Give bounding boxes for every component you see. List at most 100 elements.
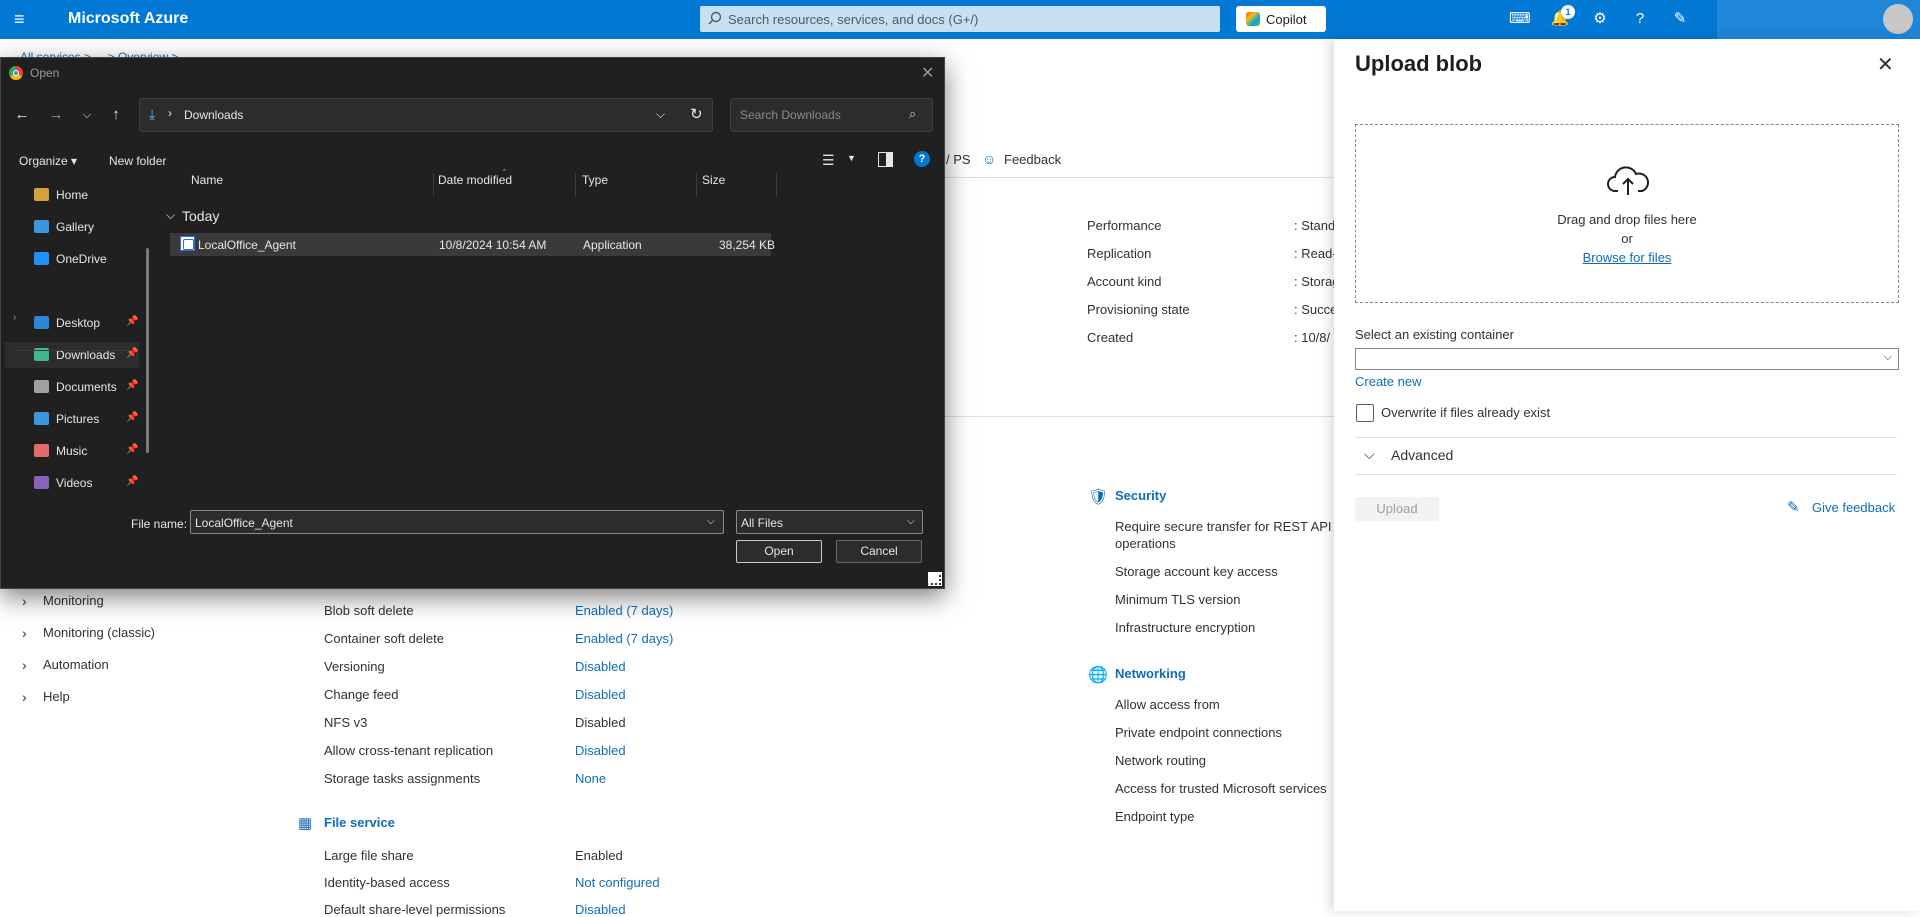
chevron-right-icon[interactable]: › [22, 689, 27, 705]
sidebar-item-music[interactable]: Music 📌 [5, 438, 139, 464]
chevron-down-icon[interactable]: ⌵ [1364, 446, 1375, 463]
left-nav-item[interactable]: Automation [43, 657, 109, 672]
pin-icon: 📌 [126, 316, 139, 327]
file-service-icon: ▦ [298, 815, 313, 832]
sidebar-item-documents[interactable]: Documents 📌 [5, 374, 139, 400]
open-button[interactable]: Open [736, 540, 822, 563]
property-value[interactable]: Enabled (7 days) [575, 603, 673, 618]
security-item[interactable]: Minimum TLS version [1115, 592, 1240, 607]
container-select[interactable]: ⌵ [1355, 348, 1899, 370]
settings-gear-icon[interactable]: ⚙ [1590, 9, 1610, 29]
browse-link[interactable]: Browse for files [1356, 250, 1898, 265]
global-search-input[interactable]: Search resources, services, and docs (G+… [700, 6, 1220, 32]
left-nav-item[interactable]: Monitoring (classic) [43, 625, 155, 640]
recent-chevron-icon[interactable]: ⌵ [77, 105, 97, 125]
videos-icon [34, 476, 49, 489]
chevron-down-icon[interactable]: ▼ [847, 153, 856, 163]
new-folder-button[interactable]: New folder [109, 154, 166, 168]
property-value[interactable]: Disabled [575, 659, 626, 674]
left-nav-item[interactable]: Monitoring [43, 593, 104, 608]
pin-icon: 📌 [126, 476, 139, 487]
property-label: Blob soft delete [324, 603, 414, 618]
sidebar-scrollbar[interactable] [146, 248, 149, 453]
azure-brand[interactable]: Microsoft Azure [68, 10, 188, 28]
address-bar[interactable]: ⤓ › Downloads ⌵ ↻ [139, 98, 713, 132]
sidebar-item-desktop[interactable]: Desktop 📌 [5, 310, 139, 336]
resize-grip[interactable] [928, 572, 942, 586]
sidebar-item-pictures[interactable]: Pictures 📌 [5, 406, 139, 432]
search-placeholder: Search Downloads [740, 108, 841, 122]
sidebar-item-onedrive[interactable]: OneDrive [5, 246, 139, 272]
organize-button[interactable]: Organize ▾ [19, 154, 77, 168]
help-icon[interactable]: ? [1630, 9, 1650, 29]
cloud-shell-icon[interactable]: ⌨ [1509, 9, 1531, 29]
menu-icon[interactable]: ≡ [14, 10, 32, 28]
column-type[interactable]: Type [582, 173, 608, 195]
address-path[interactable]: Downloads [184, 108, 243, 122]
networking-item[interactable]: Network routing [1115, 753, 1206, 768]
feedback-icon[interactable]: ✎ [1670, 9, 1690, 29]
give-feedback-link[interactable]: Give feedback [1812, 500, 1895, 515]
security-item[interactable]: Infrastructure encryption [1115, 620, 1255, 635]
chevron-down-icon[interactable]: ⌵ [707, 516, 715, 527]
sidebar-item-home[interactable]: Home [5, 182, 139, 208]
property-value[interactable]: Not configured [575, 875, 660, 890]
search-downloads-input[interactable]: Search Downloads ⌕ [730, 98, 933, 132]
chevron-down-icon[interactable]: ⌵ [656, 107, 665, 122]
overwrite-checkbox[interactable] [1356, 404, 1374, 422]
file-name-input[interactable]: LocalOffice_Agent ⌵ [190, 510, 724, 534]
property-value[interactable]: Disabled [575, 902, 626, 917]
help-icon[interactable]: ? [914, 151, 930, 167]
security-item[interactable]: Storage account key access [1115, 564, 1278, 579]
security-item[interactable]: Require secure transfer for REST API [1115, 519, 1332, 534]
drop-zone[interactable]: Drag and drop files here or Browse for f… [1355, 124, 1899, 303]
property-value[interactable]: None [575, 771, 606, 786]
chevron-down-icon[interactable]: ⌵ [166, 208, 175, 223]
property-value[interactable]: Enabled (7 days) [575, 631, 673, 646]
toolbar-feedback[interactable]: Feedback [1004, 152, 1061, 167]
avatar[interactable] [1883, 4, 1913, 34]
security-item[interactable]: operations [1115, 536, 1176, 551]
file-row[interactable]: LocalOffice_Agent 10/8/2024 10:54 AM App… [170, 233, 775, 256]
advanced-toggle[interactable]: Advanced [1391, 447, 1453, 463]
networking-item[interactable]: Access for trusted Microsoft services [1115, 781, 1327, 796]
sidebar-item-videos[interactable]: Videos 📌 [5, 470, 139, 496]
create-new-link[interactable]: Create new [1355, 374, 1421, 389]
column-divider[interactable] [696, 173, 697, 197]
forward-arrow-icon[interactable]: → [46, 105, 66, 125]
close-icon[interactable]: ✕ [1877, 52, 1894, 77]
column-divider[interactable] [433, 173, 434, 197]
dialog-title-bar[interactable]: Open ✕ [1, 58, 944, 88]
group-header-today[interactable]: Today [182, 208, 219, 224]
upload-button[interactable]: Upload [1355, 497, 1439, 521]
back-arrow-icon[interactable]: ← [12, 105, 32, 125]
close-icon[interactable]: ✕ [921, 63, 934, 83]
property-value[interactable]: Disabled [575, 743, 626, 758]
column-divider[interactable] [575, 173, 576, 197]
up-arrow-icon[interactable]: ↑ [106, 105, 126, 125]
column-name[interactable]: Name [191, 173, 223, 195]
networking-item[interactable]: Allow access from [1115, 697, 1220, 712]
sidebar-item-gallery[interactable]: Gallery [5, 214, 139, 240]
cancel-button[interactable]: Cancel [836, 540, 922, 563]
sidebar-item-label: Home [56, 188, 89, 202]
view-options-icon[interactable]: ☰ [822, 152, 835, 169]
sidebar-item-downloads[interactable]: Downloads 📌 [5, 342, 139, 368]
column-size[interactable]: Size [702, 173, 725, 195]
left-nav-item[interactable]: Help [43, 689, 70, 704]
preview-pane-icon[interactable] [878, 152, 893, 167]
refresh-icon[interactable]: ↻ [690, 105, 703, 123]
property-value[interactable]: Disabled [575, 687, 626, 702]
column-divider[interactable] [776, 173, 777, 197]
chevron-right-icon[interactable]: › [22, 593, 27, 609]
chevron-right-icon[interactable]: › [22, 657, 27, 673]
chevron-right-icon[interactable]: › [22, 625, 27, 641]
chevron-right-icon[interactable]: › [13, 312, 16, 323]
networking-item[interactable]: Private endpoint connections [1115, 725, 1282, 740]
feedback-smile-icon[interactable]: ☺ [982, 151, 996, 167]
networking-item[interactable]: Endpoint type [1115, 809, 1195, 824]
property-value: : Succe [1294, 302, 1334, 317]
copilot-button[interactable]: Copilot [1236, 6, 1326, 32]
file-type-select[interactable]: All Files ⌵ [736, 510, 923, 534]
toolbar-ps[interactable]: / PS [946, 152, 971, 167]
